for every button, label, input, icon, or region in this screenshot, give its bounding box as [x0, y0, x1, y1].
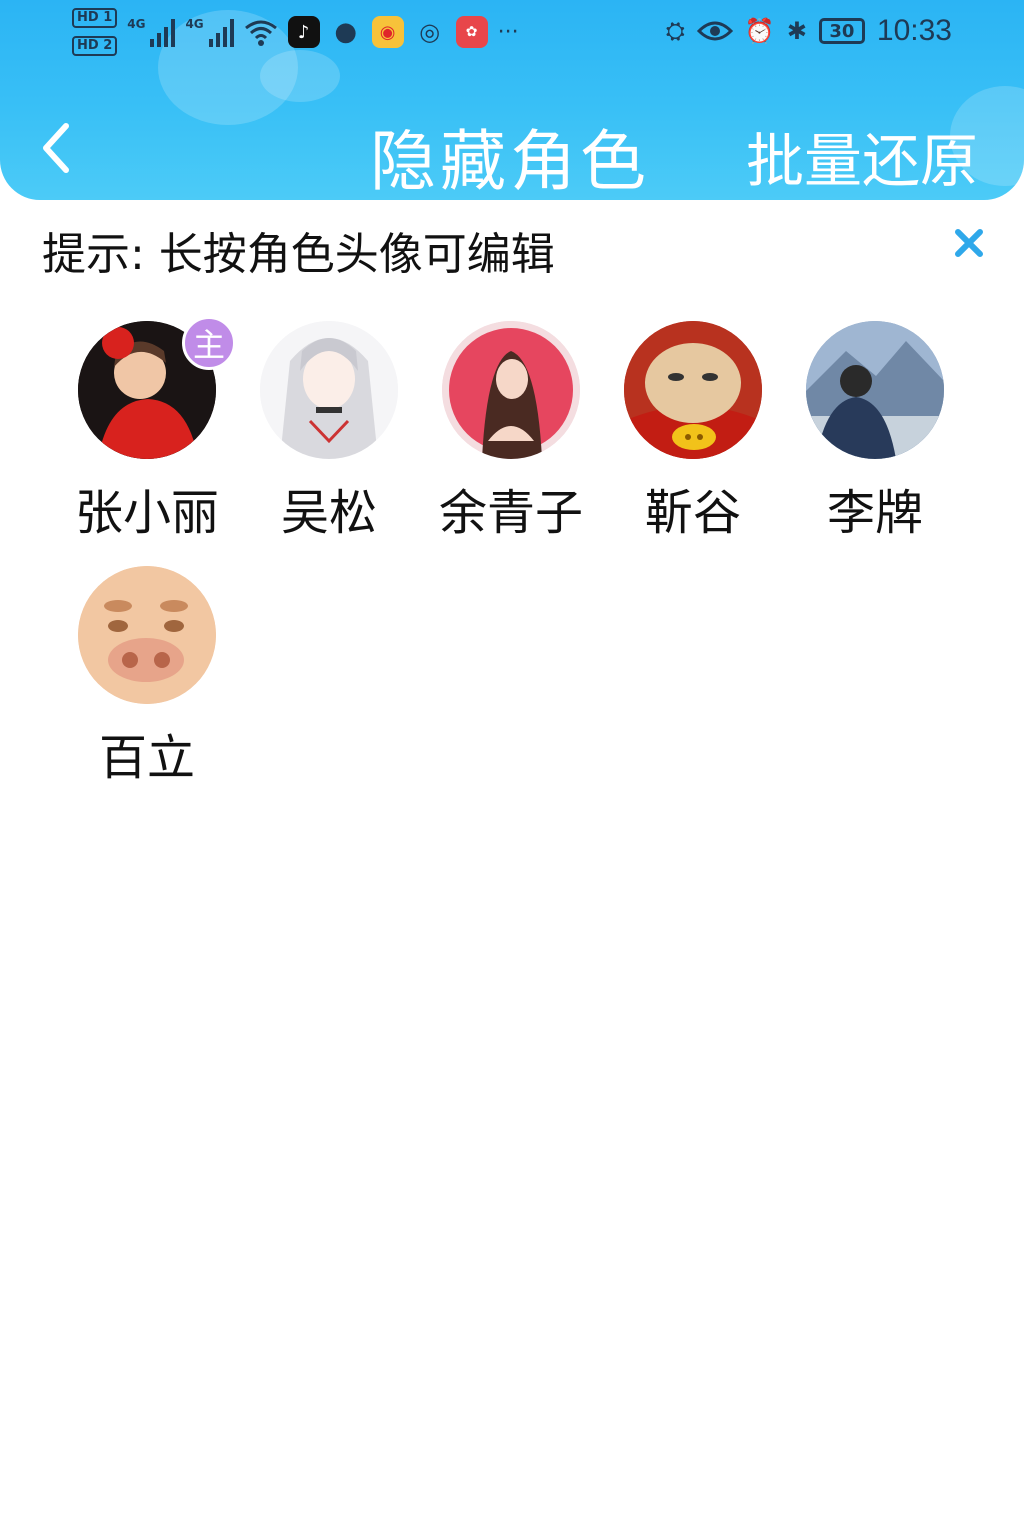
status-right: ⛭ ⏰ ✱ 30 10:33: [666, 14, 952, 48]
character-item[interactable]: 余青子: [420, 321, 602, 543]
batch-restore-button[interactable]: 批量还原: [746, 114, 978, 198]
status-left: HD 1 HD 2 4G 4G ♪ ● ◉ ◎ ✿ ···: [72, 8, 519, 56]
character-name: 靳谷: [644, 485, 741, 541]
wechat-icon: ●: [334, 17, 357, 47]
bluetooth-icon: ✱: [786, 17, 807, 45]
back-icon[interactable]: [36, 118, 76, 178]
character-item[interactable]: 吴松: [238, 321, 420, 543]
character-item[interactable]: 靳谷: [602, 321, 784, 543]
status-bar: HD 1 HD 2 4G 4G ♪ ● ◉ ◎ ✿ ··· ⛭ ⏰ ✱ 30 1…: [0, 0, 1024, 80]
character-name: 百立: [98, 730, 195, 786]
net1-label: 4G: [127, 17, 146, 31]
weibo-icon: ◉: [371, 16, 404, 48]
signal-icon: 4G: [185, 17, 234, 47]
close-icon[interactable]: [952, 226, 986, 260]
eye-icon: [696, 21, 733, 41]
signal-icon: 4G: [127, 17, 176, 47]
alarm-icon: ⏰: [744, 17, 775, 45]
main-role-badge: 主: [182, 316, 236, 370]
huawei-icon: ✿: [455, 16, 488, 48]
character-name: 吴松: [280, 485, 377, 541]
wifi-icon: [244, 20, 277, 46]
hint-text: 提示: 长按角色头像可编辑: [42, 229, 555, 280]
page-title: 隐藏角色: [370, 123, 650, 200]
sim2-label: HD 2: [72, 36, 118, 56]
sim-indicators: HD 1 HD 2: [72, 8, 118, 56]
clock: 10:33: [876, 14, 952, 47]
top-app-bar: HD 1 HD 2 4G 4G ♪ ● ◉ ◎ ✿ ··· ⛭ ⏰ ✱ 30 1…: [0, 0, 1024, 200]
tiktok-icon: ♪: [287, 16, 320, 48]
avatar[interactable]: [78, 566, 216, 704]
avatar[interactable]: [442, 321, 580, 459]
net2-label: 4G: [185, 17, 204, 31]
battery-level: 30: [829, 20, 855, 42]
battery-icon: 30: [818, 18, 865, 44]
location-icon: ◎: [419, 18, 441, 46]
briefcase-icon: ⛭: [665, 17, 685, 45]
more-notifications-icon: ···: [497, 19, 519, 45]
avatar[interactable]: [806, 321, 944, 459]
avatar[interactable]: [624, 321, 762, 459]
character-name: 李牌: [826, 485, 923, 541]
character-item[interactable]: 李牌: [784, 321, 966, 543]
avatar[interactable]: [260, 321, 398, 459]
sim1-label: HD 1: [72, 8, 118, 28]
character-name: 余青子: [438, 485, 583, 541]
character-item[interactable]: 百立: [56, 566, 238, 788]
character-name: 张小丽: [74, 485, 219, 541]
